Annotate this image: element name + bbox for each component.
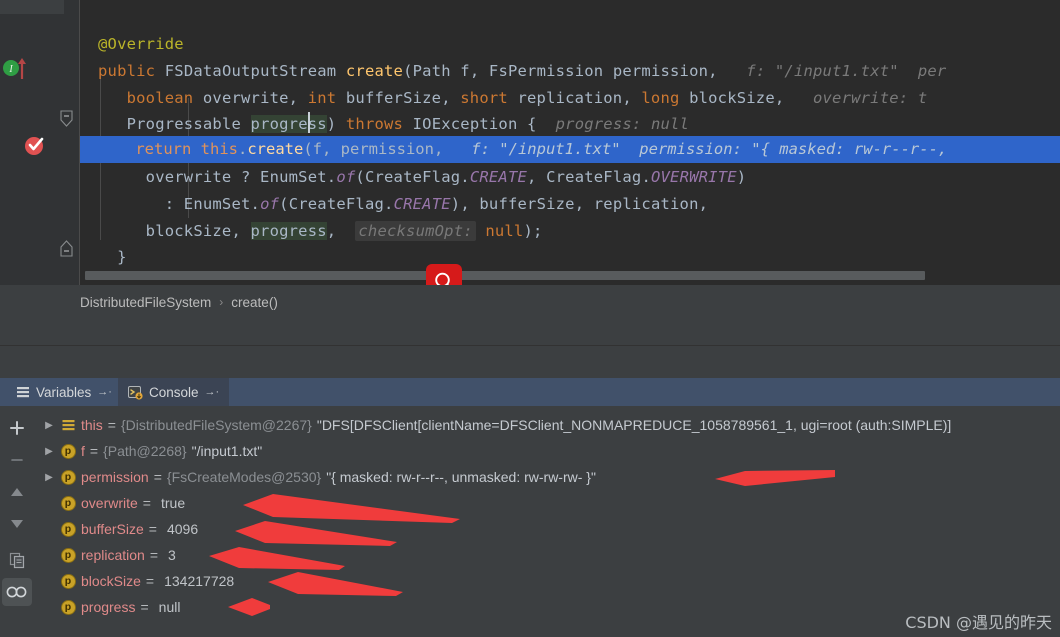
field-p-icon: p <box>58 547 78 563</box>
field-p-icon: p <box>58 573 78 589</box>
variables-list[interactable]: ▶ this = {DistributedFileSystem@2267} "D… <box>34 406 1060 637</box>
fold-collapse-icon[interactable] <box>60 110 73 127</box>
csdn-watermark: CSDN @遇见的昨天 <box>905 613 1052 632</box>
move-down-button[interactable] <box>2 510 32 538</box>
svg-text:I: I <box>8 64 13 75</box>
equals-sign: = <box>142 495 151 511</box>
expander-icon[interactable]: ▶ <box>40 446 58 457</box>
code-editor[interactable]: I @Override public FSDataOutputStream cr… <box>0 0 1060 300</box>
tab-variables-label: Variables <box>36 384 92 400</box>
code-line-4: return this.create(f, permission, f: "/i… <box>98 140 948 158</box>
list-icon <box>58 419 78 432</box>
variable-value: "/input1.txt" <box>191 443 263 459</box>
variable-name: progress <box>81 599 136 615</box>
console-icon <box>128 385 143 400</box>
variable-value: "DFS[DFSClient[clientName=DFSClient_NONM… <box>316 417 952 433</box>
editor-panel-gap <box>0 319 1060 345</box>
tab-variables-pin[interactable]: →· <box>97 386 112 398</box>
copy-button[interactable] <box>2 546 32 574</box>
current-execution-line: return this.create(f, permission, f: "/i… <box>80 136 1060 163</box>
variable-name: bufferSize <box>81 521 144 537</box>
expander-icon[interactable]: ▶ <box>40 472 58 483</box>
code-line-2: boolean overwrite, int bufferSize, short… <box>126 89 928 107</box>
variable-type: {Path@2268} <box>103 443 187 459</box>
variable-value: 4096 <box>166 521 199 537</box>
variable-name: replication <box>81 547 145 563</box>
tab-console-pin[interactable]: →· <box>205 386 220 398</box>
ide-window: I @Override public FSDataOutputStream cr… <box>0 0 1060 637</box>
expander-icon[interactable]: ▶ <box>40 420 58 431</box>
field-p-icon: p <box>58 443 78 459</box>
field-p-icon: p <box>58 495 78 511</box>
code-line-3: Progressable progress) throws IOExceptio… <box>126 115 690 133</box>
watches-button[interactable] <box>2 578 32 606</box>
code-line-1: public FSDataOutputStream create(Path f,… <box>98 62 947 80</box>
equals-sign: = <box>153 469 162 485</box>
variable-row-progress[interactable]: p progress = null <box>34 594 180 620</box>
gutter-top-strip <box>0 0 64 14</box>
variable-type: {FsCreateModes@2530} <box>166 469 322 485</box>
code-line-7: blockSize, progress, checksumOpt: null); <box>98 221 543 241</box>
code-line-5: overwrite ? EnumSet.of(CreateFlag.CREATE… <box>98 168 747 186</box>
code-line-0: @Override <box>98 35 184 53</box>
variable-name: f <box>81 443 85 459</box>
text-caret <box>308 112 310 133</box>
variable-value: true <box>160 495 186 511</box>
equals-sign: = <box>89 443 99 459</box>
variable-value: 134217728 <box>164 573 235 589</box>
variable-row-permission[interactable]: ▶ p permission = {FsCreateModes@2530} "{… <box>34 464 596 490</box>
breakpoint-verified-icon[interactable] <box>24 133 48 157</box>
field-p-icon: p <box>58 599 78 615</box>
variable-type: {DistributedFileSystem@2267} <box>120 417 312 433</box>
run-to-cursor-icon[interactable]: I <box>2 55 30 81</box>
equals-sign: = <box>149 547 159 563</box>
code-line-6: : EnumSet.of(CreateFlag.CREATE), bufferS… <box>98 195 709 213</box>
tab-variables[interactable]: Variables →· <box>6 378 122 406</box>
variable-value: "{ masked: rw-r--r--, unmasked: rw-rw-rw… <box>326 469 596 485</box>
variable-value: 3 <box>168 547 176 563</box>
move-up-button[interactable] <box>2 478 32 506</box>
list-icon <box>16 385 30 399</box>
tab-console[interactable]: Console →· <box>118 378 230 406</box>
equals-sign: = <box>107 417 116 433</box>
variable-row-overwrite[interactable]: p overwrite = true <box>34 490 185 516</box>
tab-console-label: Console <box>149 384 199 400</box>
breadcrumb-separator: › <box>219 295 224 309</box>
code-line-8: } <box>98 248 127 266</box>
fold-collapse-icon-end[interactable] <box>60 240 73 257</box>
variable-name: permission <box>81 469 149 485</box>
variable-row-buffersize[interactable]: p bufferSize = 4096 <box>34 516 198 542</box>
variable-row-f[interactable]: ▶ p f = {Path@2268} "/input1.txt" <box>34 438 262 464</box>
variable-row-blocksize[interactable]: p blockSize = 134217728 <box>34 568 234 594</box>
breadcrumb-item-class[interactable]: DistributedFileSystem <box>80 295 211 310</box>
variable-name: this <box>81 417 103 433</box>
breadcrumb-item-method[interactable]: create() <box>231 295 278 310</box>
remove-watch-button[interactable] <box>2 446 32 474</box>
variable-row-this[interactable]: ▶ this = {DistributedFileSystem@2267} "D… <box>34 412 951 438</box>
editor-horizontal-scrollbar-thumb[interactable] <box>85 271 925 280</box>
variable-name: blockSize <box>81 573 141 589</box>
field-p-icon: p <box>58 521 78 537</box>
equals-sign: = <box>140 599 149 615</box>
debug-tabs-bar: Variables →· Console →· <box>0 378 1060 406</box>
variable-name: overwrite <box>81 495 138 511</box>
variables-toolbar <box>0 406 34 637</box>
debug-tool-window: Variables →· Console →· ▶ this = {Distri… <box>0 346 1060 637</box>
add-watch-button[interactable] <box>2 414 32 442</box>
breadcrumb[interactable]: DistributedFileSystem › create() <box>0 285 1060 319</box>
equals-sign: = <box>148 521 157 537</box>
field-p-icon: p <box>58 469 78 485</box>
variable-value: null <box>158 599 181 615</box>
variable-row-replication[interactable]: p replication = 3 <box>34 542 176 568</box>
equals-sign: = <box>145 573 155 589</box>
